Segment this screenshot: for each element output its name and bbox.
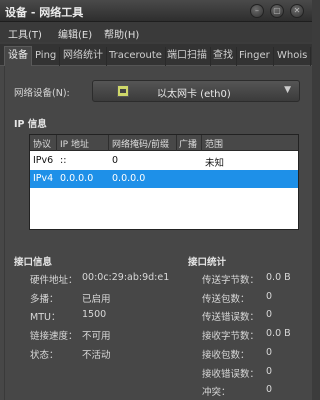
tab-traceroute[interactable]: Traceroute xyxy=(106,47,166,66)
column-protocol[interactable]: 协议 xyxy=(33,137,51,150)
collisions-value: 0 xyxy=(266,384,273,395)
rx-errors-label: 接收错误数： xyxy=(202,369,260,380)
ip-info-title: IP 信息 xyxy=(14,119,47,130)
cell-ip-address: 0.0.0.0 xyxy=(60,173,94,184)
device-select[interactable]: 以太网卡 (eth0) ▼ xyxy=(92,80,300,102)
tab-devices[interactable]: 设备 xyxy=(4,46,32,67)
minimize-icon: – xyxy=(255,6,259,15)
tab-ping[interactable]: Ping xyxy=(32,47,61,66)
panel-border xyxy=(4,66,5,400)
menu-help[interactable]: 帮助(H) xyxy=(104,26,139,41)
title-bar: 设备 - 网络工具 – ▢ ✕ xyxy=(0,0,312,22)
rx-packets-value: 0 xyxy=(266,347,273,358)
tx-errors-label: 传送错误数： xyxy=(202,312,260,323)
column-netmask[interactable]: 网络掩码/前缀 xyxy=(112,137,169,150)
column-ip-address[interactable]: IP 地址 xyxy=(60,137,89,150)
rx-bytes-value: 0.0 B xyxy=(266,328,291,339)
column-broadcast[interactable]: 广播 xyxy=(179,137,197,150)
column-divider xyxy=(176,135,177,151)
tab-whois[interactable]: Whois xyxy=(274,47,312,66)
tab-lookup[interactable]: 查找 xyxy=(210,47,237,66)
menu-tools[interactable]: 工具(T) xyxy=(8,26,42,41)
hw-address-value: 00:0c:29:ab:9d:e1 xyxy=(82,272,170,283)
menu-edit[interactable]: 编辑(E) xyxy=(58,26,92,41)
link-speed-label: 链接速度： xyxy=(30,331,78,342)
multicast-value: 已启用 xyxy=(82,294,111,305)
column-divider xyxy=(201,135,202,151)
tx-packets-value: 0 xyxy=(266,291,273,302)
cell-netmask: 0 xyxy=(112,155,119,166)
tab-bar: 设备 Ping 网络统计 Traceroute 端口扫描 查找 Finger W… xyxy=(0,44,312,67)
device-label: 网络设备(N): xyxy=(14,88,70,99)
tab-netstat[interactable]: 网络统计 xyxy=(60,47,107,66)
hw-address-label: 硬件地址： xyxy=(30,275,78,286)
devices-panel: 网络设备(N): 以太网卡 (eth0) ▼ IP 信息 协议 IP 地址 网络… xyxy=(0,66,312,400)
collisions-label: 冲突： xyxy=(202,387,231,398)
table-row-selected[interactable]: IPv4 0.0.0.0 0.0.0.0 xyxy=(30,170,298,188)
column-scope[interactable]: 范围 xyxy=(205,137,223,150)
mtu-value: 1500 xyxy=(82,309,107,320)
link-speed-value: 不可用 xyxy=(82,331,111,342)
tab-portscan[interactable]: 端口扫描 xyxy=(164,47,211,66)
tx-errors-value: 0 xyxy=(266,309,273,320)
cell-protocol: IPv4 xyxy=(33,173,54,184)
rx-errors-value: 0 xyxy=(266,366,273,377)
tx-bytes-label: 传送字节数： xyxy=(202,275,260,286)
network-card-icon xyxy=(117,85,129,97)
cell-ip-address: :: xyxy=(60,155,67,166)
table-row[interactable]: IPv6 :: 0 未知 xyxy=(30,152,298,170)
tab-finger[interactable]: Finger xyxy=(236,47,274,66)
interface-stats-title: 接口统计 xyxy=(188,257,227,268)
maximize-icon: ▢ xyxy=(273,6,281,15)
state-label: 状态： xyxy=(30,350,59,361)
device-select-value: 以太网卡 (eth0) xyxy=(157,89,231,100)
column-divider xyxy=(56,135,57,151)
cell-protocol: IPv6 xyxy=(33,155,54,166)
mtu-label: MTU： xyxy=(30,312,61,323)
dropdown-arrow-icon: ▼ xyxy=(284,85,291,95)
state-value: 不活动 xyxy=(82,350,111,361)
column-divider xyxy=(108,135,109,151)
tx-bytes-value: 0.0 B xyxy=(266,272,291,283)
close-button[interactable]: ✕ xyxy=(290,4,304,18)
multicast-label: 多播： xyxy=(30,294,59,305)
close-icon: ✕ xyxy=(293,6,301,15)
rx-bytes-label: 接收字节数： xyxy=(202,331,260,342)
minimize-button[interactable]: – xyxy=(250,4,264,18)
maximize-button[interactable]: ▢ xyxy=(270,4,284,18)
menu-bar: 工具(T) 编辑(E) 帮助(H) xyxy=(0,22,312,42)
window-title: 设备 - 网络工具 xyxy=(5,6,84,19)
rx-packets-label: 接收包数： xyxy=(202,350,250,361)
interface-info-title: 接口信息 xyxy=(14,257,53,268)
cell-scope: 未知 xyxy=(205,158,225,169)
table-header: 协议 IP 地址 网络掩码/前缀 广播 范围 xyxy=(30,135,298,151)
cell-netmask: 0.0.0.0 xyxy=(112,173,146,184)
tx-packets-label: 传送包数： xyxy=(202,294,250,305)
ip-info-table[interactable]: 协议 IP 地址 网络掩码/前缀 广播 范围 IPv6 :: 0 未知 IPv4… xyxy=(29,134,299,230)
